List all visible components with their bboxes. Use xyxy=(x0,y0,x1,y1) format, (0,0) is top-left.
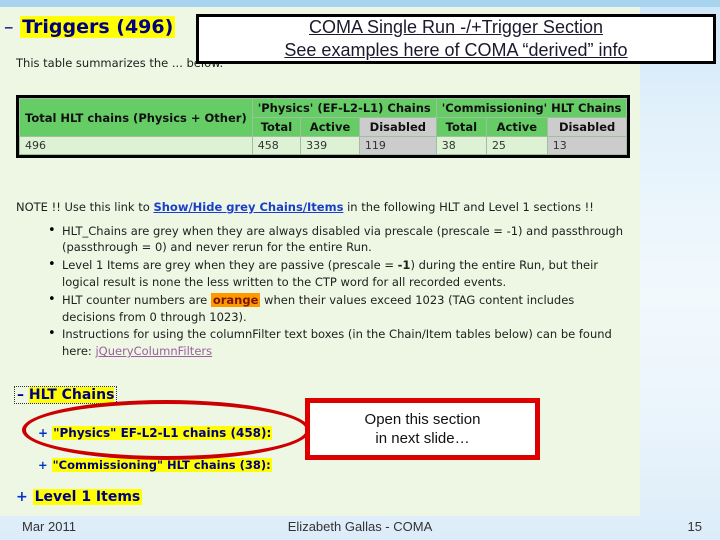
open-callout-line-1: Open this section xyxy=(364,410,481,428)
table-row: 496 458 339 119 38 25 13 xyxy=(19,136,628,156)
commissioning-chains-label: "Commissioning" HLT chains (38): xyxy=(51,458,272,472)
cell-physics-active: 339 xyxy=(300,136,360,156)
cell-physics-disabled: 119 xyxy=(358,136,437,156)
level1-items-label: Level 1 Items xyxy=(32,489,143,505)
list-item: Level 1 Items are grey when they are pas… xyxy=(48,256,626,291)
show-hide-grey-link[interactable]: Show/Hide grey Chains/Items xyxy=(153,200,343,214)
title-callout-line-2: See examples here of COMA “derived” info xyxy=(284,40,628,60)
cell-total-hlt-chains: 496 xyxy=(19,136,253,156)
cell-commissioning-active: 25 xyxy=(485,136,548,156)
jquery-column-filters-link[interactable]: jQueryColumnFilters xyxy=(95,344,212,358)
commissioning-chains-expand-toggle[interactable]: + xyxy=(38,458,48,472)
orange-highlight-word: orange xyxy=(210,292,261,307)
header-commissioning-chains: 'Commissioning' HLT Chains xyxy=(435,97,628,119)
header-physics-total: Total xyxy=(251,117,302,138)
note-suffix-text: in the following HLT and Level 1 section… xyxy=(343,200,594,214)
note-prefix-text: NOTE !! Use this link to xyxy=(16,200,154,214)
top-blue-strip xyxy=(0,0,720,7)
bullet-bold-value: -1 xyxy=(397,258,411,273)
physics-chains-expand-toggle[interactable]: + xyxy=(38,426,48,440)
bullet-text: Level 1 Items are grey when they are pas… xyxy=(62,258,398,273)
slide-canvas: – Triggers (496) This table summarizes t… xyxy=(0,0,720,540)
note-block: NOTE !! Use this link to Show/Hide grey … xyxy=(16,199,626,361)
triggers-section-heading[interactable]: – Triggers (496) xyxy=(4,16,176,38)
header-total-hlt-chains: Total HLT chains (Physics + Other) xyxy=(19,97,253,138)
sidebar-item-physics-chains[interactable]: + "Physics" EF-L2-L1 chains (458): xyxy=(38,426,273,440)
bullet-text: HLT counter numbers are xyxy=(62,292,211,307)
trigger-summary-table: Total HLT chains (Physics + Other) 'Phys… xyxy=(19,97,628,156)
open-callout-line-2: in next slide… xyxy=(375,430,470,447)
hlt-chains-heading-label: HLT Chains xyxy=(28,387,115,403)
sidebar-item-level1-items[interactable]: + Level 1 Items xyxy=(16,489,143,505)
header-physics-active: Active xyxy=(300,117,360,138)
cell-physics-total: 458 xyxy=(251,136,302,156)
table-header-row-1: Total HLT chains (Physics + Other) 'Phys… xyxy=(19,97,628,138)
cell-commissioning-disabled: 13 xyxy=(546,136,628,156)
triggers-heading-label: Triggers (496) xyxy=(20,16,176,38)
cell-commissioning-total: 38 xyxy=(435,136,487,156)
summary-table-wrapper: Total HLT chains (Physics + Other) 'Phys… xyxy=(16,95,631,159)
footer-page-number: 15 xyxy=(687,519,702,534)
physics-chains-label: "Physics" EF-L2-L1 chains (458): xyxy=(52,426,273,440)
slide-footer: Mar 2011 Elizabeth Gallas - COMA 15 xyxy=(0,516,720,540)
title-callout-line-1: COMA Single Run -/+Trigger Section xyxy=(309,16,603,37)
list-item: HLT_Chains are grey when they are always… xyxy=(48,222,626,257)
open-section-callout-box: Open this section in next slide… xyxy=(305,398,540,460)
header-commissioning-total: Total xyxy=(435,117,487,138)
title-callout-box: COMA Single Run -/+Trigger Section See e… xyxy=(196,14,716,64)
header-physics-chains: 'Physics' (EF-L2-L1) Chains xyxy=(251,97,437,119)
list-item: Instructions for using the columnFilter … xyxy=(48,325,626,360)
header-commissioning-active: Active xyxy=(485,117,548,138)
header-physics-disabled: Disabled xyxy=(358,117,437,138)
hlt-chains-collapse-toggle[interactable]: – xyxy=(17,387,24,403)
list-item: HLT counter numbers are orange when thei… xyxy=(48,291,626,326)
hlt-chains-section-heading[interactable]: – HLT Chains xyxy=(14,386,118,404)
triggers-collapse-toggle[interactable]: – xyxy=(4,16,14,38)
level1-expand-toggle[interactable]: + xyxy=(16,489,28,505)
bullet-text: HLT_Chains are grey when they are always… xyxy=(62,223,623,255)
footer-author: Elizabeth Gallas - COMA xyxy=(287,519,433,534)
sidebar-item-commissioning-chains[interactable]: + "Commissioning" HLT chains (38): xyxy=(38,458,272,472)
header-commissioning-disabled: Disabled xyxy=(546,117,628,138)
note-bullet-list: HLT_Chains are grey when they are always… xyxy=(16,222,626,360)
